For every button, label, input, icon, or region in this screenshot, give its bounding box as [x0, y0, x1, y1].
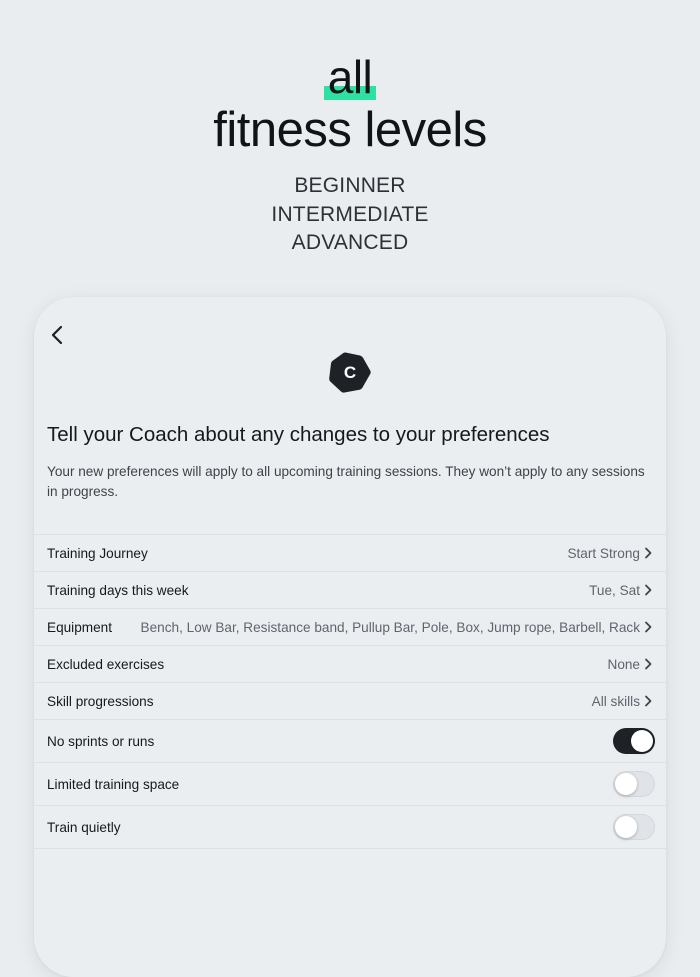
toggle-label: No sprints or runs — [47, 733, 155, 749]
pref-label: Training Journey — [47, 545, 148, 561]
pref-label: Equipment — [47, 619, 112, 635]
limited-space-toggle[interactable] — [613, 771, 655, 797]
toggle-row-limited-space: Limited training space — [34, 763, 666, 806]
sheet-title: Tell your Coach about any changes to you… — [47, 423, 550, 446]
coach-logo: C — [326, 349, 374, 397]
chevron-right-icon — [645, 584, 652, 596]
pref-value: Tue, Sat — [589, 582, 640, 598]
sheet-description: Your new preferences will apply to all u… — [47, 464, 645, 499]
toggle-knob — [631, 730, 653, 752]
pref-value: None — [607, 656, 641, 672]
preferences-sheet: C Tell your Coach about any changes to y… — [34, 297, 666, 977]
level-intermediate: INTERMEDIATE — [271, 202, 429, 226]
pref-row-equipment[interactable]: Equipment Bench, Low Bar, Resistance ban… — [34, 609, 666, 646]
chevron-right-icon — [645, 547, 652, 559]
hero-highlight-word: all — [323, 51, 377, 103]
no-sprints-toggle[interactable] — [613, 728, 655, 754]
toggle-row-train-quietly: Train quietly — [34, 806, 666, 849]
preferences-list: Training Journey Start Strong Training d… — [34, 534, 666, 849]
back-button[interactable] — [46, 323, 70, 347]
pref-row-excluded-exercises[interactable]: Excluded exercises None — [34, 646, 666, 683]
chevron-left-icon — [51, 325, 63, 345]
hero-subtitle: fitness levels — [213, 103, 487, 157]
toggle-label: Train quietly — [47, 819, 121, 835]
level-advanced: ADVANCED — [291, 231, 409, 254]
toggle-knob — [615, 773, 637, 795]
toggle-row-no-sprints: No sprints or runs — [34, 720, 666, 763]
chevron-right-icon — [645, 621, 652, 633]
pref-row-training-journey[interactable]: Training Journey Start Strong — [34, 535, 666, 572]
pref-row-training-days[interactable]: Training days this week Tue, Sat — [34, 572, 666, 609]
chevron-right-icon — [645, 695, 652, 707]
pref-value: All skills — [591, 693, 640, 709]
chevron-right-icon — [645, 658, 652, 670]
fitness-levels-list: BEGINNER INTERMEDIATE ADVANCED — [0, 172, 700, 258]
toggle-knob — [615, 816, 637, 838]
pref-value: Start Strong — [567, 545, 640, 561]
toggle-label: Limited training space — [47, 776, 180, 792]
pref-row-skill-progressions[interactable]: Skill progressions All skills — [34, 683, 666, 720]
pref-label: Training days this week — [47, 582, 189, 598]
pref-label: Excluded exercises — [47, 656, 165, 672]
hero-highlight-text: all — [327, 51, 373, 103]
coach-logo-letter: C — [343, 363, 357, 382]
pref-value: Bench, Low Bar, Resistance band, Pullup … — [140, 619, 640, 635]
pref-label: Skill progressions — [47, 693, 154, 709]
train-quietly-toggle[interactable] — [613, 814, 655, 840]
level-beginner: BEGINNER — [294, 174, 406, 197]
